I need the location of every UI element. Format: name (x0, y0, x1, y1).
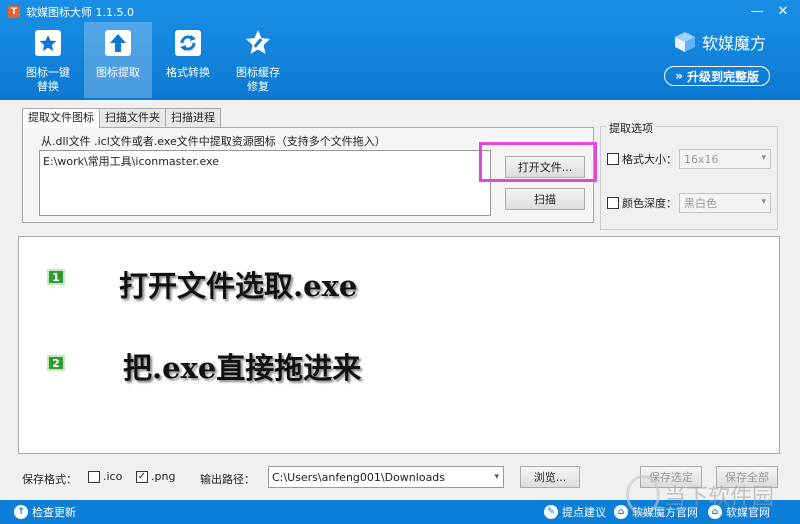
tab-scan-process[interactable]: 扫描进程 (165, 108, 221, 127)
top-bar: T 软媒图标大师 1.1.5.0 — ✕ 图标一键 替换 图标提取 格式转换 图… (0, 0, 800, 100)
window-controls: — ✕ (744, 0, 796, 22)
main-toolbar: 图标一键 替换 图标提取 格式转换 图标缓存 修复 (14, 22, 294, 98)
extract-panel: 从.dll文件 .icl文件或者.exe文件中提取资源图标（支持多个文件拖入） … (22, 127, 597, 223)
brand-name: 软媒魔方 (701, 34, 766, 53)
tab-extract-file[interactable]: 提取文件图标 (22, 108, 100, 128)
chevron-down-icon: ▾ (761, 153, 766, 163)
tool-label: 图标缓存 修复 (236, 66, 280, 93)
upgrade-label: 升级到完整版 (686, 69, 759, 84)
cube-icon (674, 32, 695, 52)
check-update-label: 检查更新 (32, 506, 76, 519)
ico-option[interactable]: .ico (88, 470, 122, 483)
refresh-icon (171, 26, 205, 60)
depth-label: 颜色深度： (622, 197, 677, 210)
check-update-link[interactable]: ↑ 检查更新 (14, 504, 76, 520)
double-chevron-icon: » (675, 69, 683, 83)
depth-value: 黑白色 (684, 197, 717, 210)
chevron-down-icon: ▾ (494, 472, 499, 482)
tool-extract-icon[interactable]: 图标提取 (84, 22, 152, 98)
output-path-select[interactable]: C:\Users\anfeng001\Downloads ▾ (268, 466, 504, 488)
step-2: 2 (47, 355, 65, 371)
tool-cache-repair[interactable]: 图标缓存 修复 (224, 22, 292, 98)
size-checkbox[interactable] (607, 153, 619, 165)
output-path-label: 输出路径： (200, 473, 255, 486)
close-button[interactable]: ✕ (770, 0, 796, 22)
tool-format-convert[interactable]: 格式转换 (154, 22, 222, 98)
watermark-logo (626, 475, 660, 515)
png-option[interactable]: ✓ .png (136, 470, 175, 483)
extract-options-group: 格式大小： 16x16 ▾ 颜色深度： 黑白色 ▾ (600, 126, 778, 230)
step-badge: 1 (47, 269, 65, 285)
png-label: .png (151, 470, 176, 483)
ico-label: .ico (103, 470, 123, 483)
step-2-text: 把.exe直接拖进来 (123, 351, 362, 385)
depth-select[interactable]: 黑白色 ▾ (679, 193, 771, 213)
chat-icon: ✎ (544, 505, 558, 519)
brand: 软媒魔方 (674, 30, 766, 54)
suggest-link[interactable]: ✎ 提点建议 (544, 504, 606, 520)
scan-button[interactable]: 扫描 (505, 188, 585, 210)
ico-checkbox[interactable] (88, 470, 100, 483)
tool-replace-icon[interactable]: 图标一键 替换 (14, 22, 82, 98)
options-title: 提取选项 (606, 120, 656, 136)
file-path-box[interactable]: E:\work\常用工具\iconmaster.exe (39, 150, 491, 216)
save-format-label: 保存格式： (22, 473, 77, 486)
size-option[interactable]: 格式大小： (607, 151, 677, 167)
tool-label: 格式转换 (166, 66, 210, 79)
wrench-icon (241, 26, 275, 60)
icon-drop-area[interactable]: 1 打开文件选取.exe 2 把.exe直接拖进来 (18, 236, 780, 454)
png-checkbox[interactable]: ✓ (136, 470, 148, 483)
tool-label: 图标一键 替换 (26, 66, 70, 93)
highlight-box (479, 142, 597, 182)
update-icon: ↑ (14, 505, 28, 519)
title-bar: T 软媒图标大师 1.1.5.0 (8, 4, 134, 20)
main-area: 提取文件图标 扫描文件夹 扫描进程 从.dll文件 .icl文件或者.exe文件… (0, 100, 800, 500)
star-icon (31, 26, 65, 60)
depth-checkbox[interactable] (607, 197, 619, 209)
extract-hint: 从.dll文件 .icl文件或者.exe文件中提取资源图标（支持多个文件拖入） (41, 135, 386, 148)
app-icon: T (8, 6, 20, 18)
browse-button[interactable]: 浏览... (520, 466, 580, 488)
size-select[interactable]: 16x16 ▾ (679, 149, 771, 169)
window-title: 软媒图标大师 1.1.5.0 (26, 6, 134, 19)
step-1-text: 打开文件选取.exe (119, 269, 358, 303)
size-label: 格式大小： (622, 153, 677, 166)
tab-scan-folder[interactable]: 扫描文件夹 (99, 108, 166, 127)
tab-bar: 提取文件图标 扫描文件夹 扫描进程 (22, 108, 221, 128)
step-badge: 2 (47, 355, 65, 371)
minimize-button[interactable]: — (744, 0, 770, 22)
watermark: 当下软件园 (626, 470, 776, 520)
upgrade-button[interactable]: » 升级到完整版 (664, 66, 770, 86)
step-1: 1 (47, 269, 65, 285)
tool-label: 图标提取 (96, 66, 140, 79)
suggest-label: 提点建议 (562, 506, 606, 519)
watermark-text: 当下软件园 (664, 485, 775, 510)
size-value: 16x16 (684, 152, 719, 166)
output-path-value: C:\Users\anfeng001\Downloads (272, 470, 446, 484)
upload-arrow-icon (101, 26, 135, 60)
depth-option[interactable]: 颜色深度： (607, 195, 677, 211)
chevron-down-icon: ▾ (761, 197, 766, 207)
